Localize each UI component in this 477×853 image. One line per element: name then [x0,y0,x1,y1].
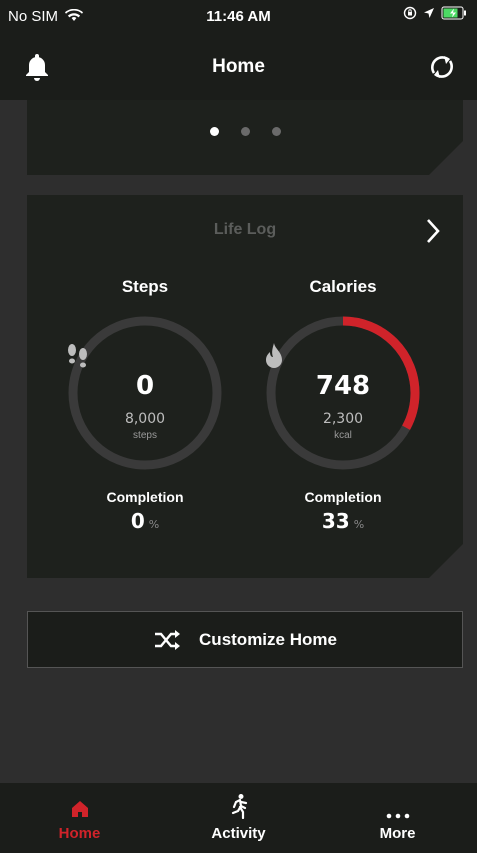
calories-metric: Calories 748 2,300 kcal Completion 33% [263,277,423,533]
steps-unit: steps [133,430,157,441]
steps-completion-value-row: 0% [65,509,225,533]
tab-home[interactable]: Home [0,783,159,853]
steps-label: Steps [121,277,169,296]
steps-completion-label: Completion [106,489,184,505]
tab-home-label: Home [58,825,101,842]
page-indicator[interactable] [27,127,463,136]
shuffle-icon [155,629,181,650]
steps-completion: Completion 0% [65,489,225,533]
page-dot[interactable] [210,127,219,136]
customize-home-label: Customize Home [199,629,337,649]
location-icon [424,8,434,18]
carousel-card[interactable] [27,100,463,175]
calories-label: Calories [309,277,377,296]
steps-completion-unit: % [148,518,160,531]
calories-unit: kcal [334,430,352,441]
orientation-lock-icon [403,6,417,20]
sync-icon [431,56,453,78]
status-icons [403,6,467,20]
steps-metric: Steps 0 8,000 steps Completion 0% [65,277,225,533]
calories-goal: 2,300 [322,411,364,427]
chevron-right-icon [425,217,441,245]
tab-activity-label: Activity [211,825,266,842]
tab-more-label: More [379,825,416,842]
page-dot[interactable] [272,127,281,136]
steps-completion-value: 0 [130,509,145,533]
calories-ring: 748 2,300 kcal [263,313,423,473]
sync-button[interactable] [427,52,457,87]
nav-bar: Home [0,34,477,100]
steps-goal: 8,000 [124,411,166,427]
page-title: Home [212,56,265,77]
calories-completion-value-row: 33% [263,509,423,533]
calories-completion-value: 33 [321,509,350,533]
more-icon [386,813,409,819]
calories-completion-label: Completion [304,489,382,505]
calories-completion-unit: % [353,518,365,531]
life-log-open-button[interactable] [425,217,441,250]
calories-completion: Completion 33% [263,489,423,533]
home-icon [71,801,88,817]
life-log-title: Life Log [213,221,277,238]
page-dot[interactable] [241,127,250,136]
tab-bar: Home Activity More [0,783,477,853]
runner-icon [231,794,247,819]
steps-ring: 0 8,000 steps [65,313,225,473]
calories-value: 748 [315,371,371,401]
status-bar: No SIM 11:46 AM [0,0,477,34]
steps-value: 0 [135,371,155,401]
tab-more[interactable]: More [318,783,477,853]
tab-activity[interactable]: Activity [159,783,318,853]
life-log-card[interactable]: Life Log Steps 0 8,000 steps Completion … [27,195,463,578]
customize-home-button[interactable]: Customize Home [27,611,463,668]
battery-icon [441,6,466,20]
